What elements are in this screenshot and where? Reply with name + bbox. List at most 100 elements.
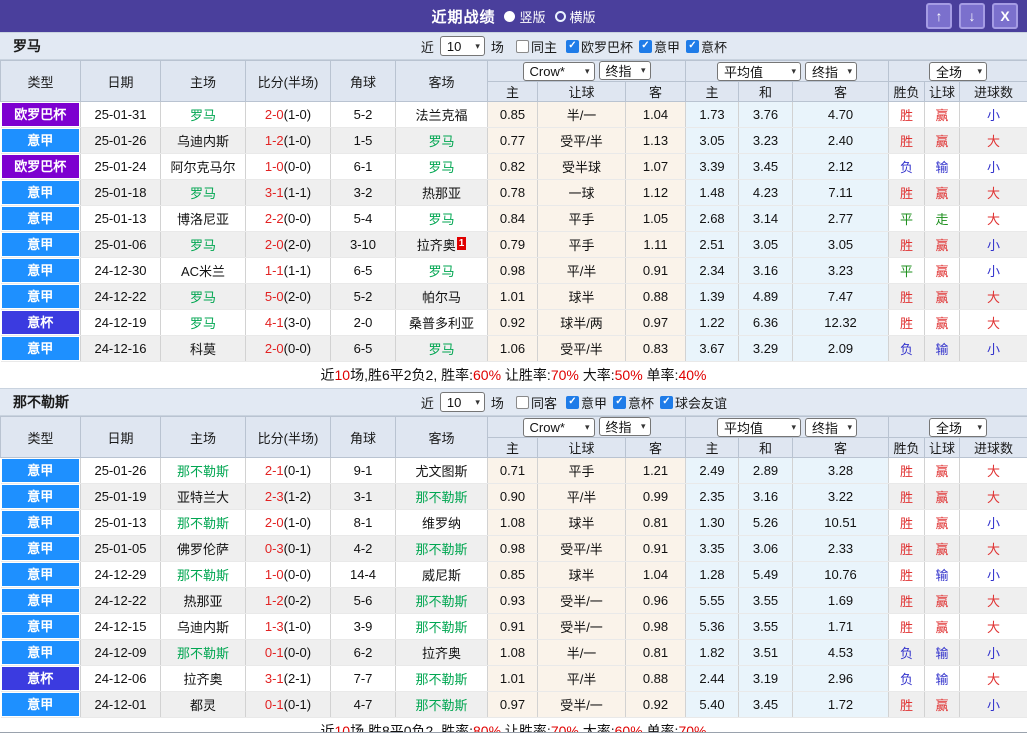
sub-header-avg-home: 主 [686, 82, 739, 102]
close-button[interactable]: X [992, 3, 1018, 29]
result-group-header: 全场▾ [889, 417, 1027, 438]
checkbox-checked-icon[interactable]: ✓ [566, 40, 579, 53]
match-date: 25-01-13 [81, 510, 161, 536]
league-filter-label: 意杯 [628, 393, 654, 412]
home-team-name: 那不勒斯 [177, 464, 229, 479]
checkbox-checked-icon[interactable]: ✓ [613, 396, 626, 409]
avg-time-select[interactable]: 终指▾ [805, 418, 857, 437]
score-cell: 1-1(1-1) [246, 258, 331, 284]
period-select[interactable]: 全场▾ [929, 62, 987, 81]
full-time-score: 3-1 [265, 671, 284, 686]
avg-away-odds: 2.33 [793, 536, 889, 562]
home-odds: 0.82 [488, 154, 538, 180]
home-team-name: 罗马 [190, 316, 216, 331]
half-time-score: (1-0) [284, 515, 311, 530]
league-filter[interactable]: ✓意杯 [613, 393, 654, 412]
league-filter[interactable]: ✓欧罗巴杯 [566, 37, 633, 56]
home-odds: 1.06 [488, 336, 538, 362]
league-filter-label: 意甲 [654, 37, 680, 56]
league-filter[interactable]: ✓意杯 [686, 37, 727, 56]
league-filter[interactable]: ✓意甲 [566, 393, 607, 412]
period-select[interactable]: 全场▾ [929, 418, 987, 437]
average-select[interactable]: 平均值▾ [717, 418, 801, 437]
avg-away-odds: 2.40 [793, 128, 889, 154]
average-select[interactable]: 平均值▾ [717, 62, 801, 81]
radio-selected-icon[interactable] [504, 11, 515, 22]
result-outcome: 胜 [889, 614, 925, 640]
checkbox-checked-icon[interactable]: ✓ [686, 40, 699, 53]
checkbox-checked-icon[interactable]: ✓ [660, 396, 673, 409]
match-row: 意甲24-12-09那不勒斯0-1(0-0)6-2拉齐奥1.08半/一0.811… [1, 640, 1027, 666]
avg-away-odds: 10.51 [793, 510, 889, 536]
odds-time-select[interactable]: 终指▾ [599, 61, 651, 80]
chevron-down-icon: ▾ [641, 66, 646, 75]
score-cell: 2-0(1-0) [246, 102, 331, 128]
bookmaker-select[interactable]: Crow*▾ [523, 418, 595, 437]
result-outcome: 负 [889, 640, 925, 666]
league-type-cell: 意甲 [1, 180, 81, 206]
match-row: 意甲25-01-19亚特兰大2-3(1-2)3-1那不勒斯0.90平/半0.99… [1, 484, 1027, 510]
sub-header-avg-draw: 和 [739, 438, 793, 458]
layout-option-vertical[interactable]: 竖版 [504, 7, 545, 26]
bookmaker-select[interactable]: Crow*▾ [523, 62, 595, 81]
match-row: 意甲24-12-16科莫2-0(0-0)6-5罗马1.06受平/半0.833.6… [1, 336, 1027, 362]
checkbox-unchecked-icon[interactable] [516, 396, 529, 409]
radio-unselected-icon[interactable] [555, 11, 566, 22]
away-team-name: 桑普多利亚 [409, 316, 474, 331]
away-odds: 1.04 [626, 562, 686, 588]
home-odds: 1.01 [488, 284, 538, 310]
result-goals: 小 [960, 102, 1027, 128]
avg-home-odds: 1.48 [686, 180, 739, 206]
away-team-cell: 法兰克福 [396, 102, 488, 128]
checkbox-unchecked-icon[interactable] [516, 40, 529, 53]
section-roma: 罗马 近 10▾ 场 同主 ✓欧罗巴杯✓意甲✓意杯 [0, 32, 1027, 388]
match-count-select[interactable]: 10▾ [440, 36, 485, 56]
layout-option-horizontal[interactable]: 横版 [555, 7, 596, 26]
league-filter[interactable]: ✓球会友谊 [660, 393, 727, 412]
home-odds: 0.93 [488, 588, 538, 614]
match-row: 意杯24-12-19罗马4-1(3-0)2-0桑普多利亚0.92球半/两0.97… [1, 310, 1027, 336]
half-time-score: (0-0) [284, 341, 311, 356]
move-down-button[interactable]: ↓ [959, 3, 985, 29]
titlebar: 近期战绩 竖版 横版 ↑ ↓ X [0, 0, 1027, 32]
avg-away-odds: 2.96 [793, 666, 889, 692]
avg-time-select[interactable]: 终指▾ [805, 62, 857, 81]
napoli-matches-table: 类型 日期 主场 比分(半场) 角球 客场 Crow*▾终指▾ 平均值▾终指▾ … [0, 416, 1027, 718]
avg-draw-odds: 3.29 [739, 336, 793, 362]
match-date: 24-12-16 [81, 336, 161, 362]
recent-results-window: 近期战绩 竖版 横版 ↑ ↓ X 罗马 近 10▾ 场 [0, 0, 1027, 733]
same-venue-filter[interactable]: 同客 [516, 393, 557, 412]
checkbox-checked-icon[interactable]: ✓ [566, 396, 579, 409]
league-type-cell: 意杯 [1, 666, 81, 692]
summary-segment: 10 [335, 723, 351, 733]
league-filter[interactable]: ✓意甲 [639, 37, 680, 56]
away-odds: 1.13 [626, 128, 686, 154]
avg-away-odds: 3.05 [793, 232, 889, 258]
avg-away-odds: 3.22 [793, 484, 889, 510]
match-date: 25-01-24 [81, 154, 161, 180]
avg-draw-odds: 4.89 [739, 284, 793, 310]
avg-away-odds: 3.28 [793, 458, 889, 484]
away-team-cell: 拉齐奥 [396, 640, 488, 666]
summary-segment: 场,胜6平2负2, 胜率: [350, 365, 473, 385]
handicap-line: 受平/半 [538, 128, 626, 154]
match-count-select[interactable]: 10▾ [440, 392, 485, 412]
move-up-button[interactable]: ↑ [926, 3, 952, 29]
result-goals: 大 [960, 128, 1027, 154]
match-date: 24-12-15 [81, 614, 161, 640]
match-row: 意杯24-12-06拉齐奥3-1(2-1)7-7那不勒斯1.01平/半0.882… [1, 666, 1027, 692]
home-odds: 0.78 [488, 180, 538, 206]
result-goals: 小 [960, 258, 1027, 284]
radio-label-horizontal: 横版 [570, 7, 596, 26]
checkbox-checked-icon[interactable]: ✓ [639, 40, 652, 53]
match-date: 24-12-22 [81, 284, 161, 310]
same-venue-filter[interactable]: 同主 [516, 37, 557, 56]
col-header-date: 日期 [81, 61, 161, 102]
result-outcome: 平 [889, 258, 925, 284]
avg-away-odds: 4.53 [793, 640, 889, 666]
sub-header-handicap: 让球 [538, 438, 626, 458]
summary-segment: 80% [473, 723, 501, 733]
sub-header-handicap: 让球 [538, 82, 626, 102]
summary-segment: 50% [615, 367, 643, 383]
odds-time-select[interactable]: 终指▾ [599, 417, 651, 436]
